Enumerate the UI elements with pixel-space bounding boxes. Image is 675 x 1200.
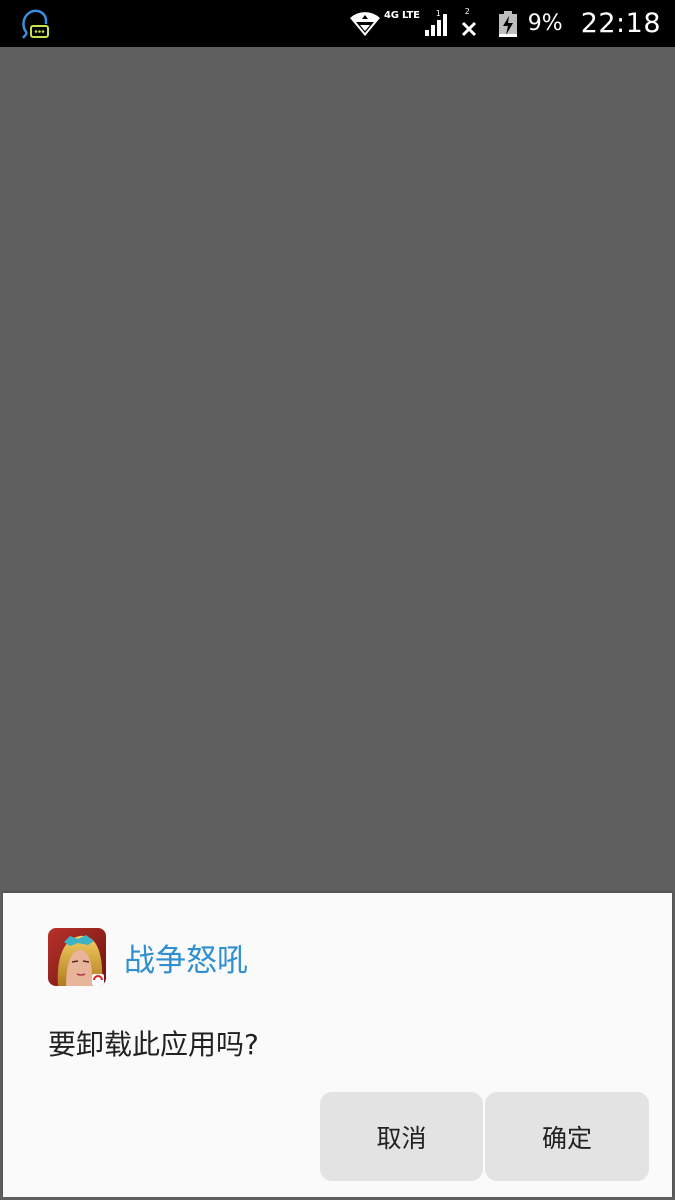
sim1-signal: 1 (424, 8, 450, 37)
confirm-button[interactable]: 确定 (485, 1092, 649, 1181)
uninstall-dialog: 战争怒吼 要卸载此应用吗? 取消 确定 (3, 893, 672, 1197)
battery-percent: 9% (527, 11, 563, 36)
sim2-signal: 2 (460, 7, 478, 37)
dim-overlay[interactable] (0, 47, 675, 893)
network-type-label: 4G LTE (383, 10, 420, 21)
status-bar: 4G LTE 1 2 9% 22:18 (0, 0, 675, 47)
wifi-icon (349, 11, 380, 36)
sim2-label: 2 (464, 6, 470, 16)
sim1-label: 1 (435, 8, 441, 18)
cancel-button[interactable]: 取消 (320, 1092, 483, 1181)
battery-charging-icon (498, 10, 517, 37)
dialog-message: 要卸载此应用吗? (48, 1028, 259, 1061)
clock: 22:18 (580, 8, 661, 39)
app-name: 战争怒吼 (124, 942, 248, 979)
app-icon (48, 928, 106, 986)
dialog-header: 战争怒吼 (48, 928, 248, 986)
chat-assistant-icon (22, 9, 49, 39)
